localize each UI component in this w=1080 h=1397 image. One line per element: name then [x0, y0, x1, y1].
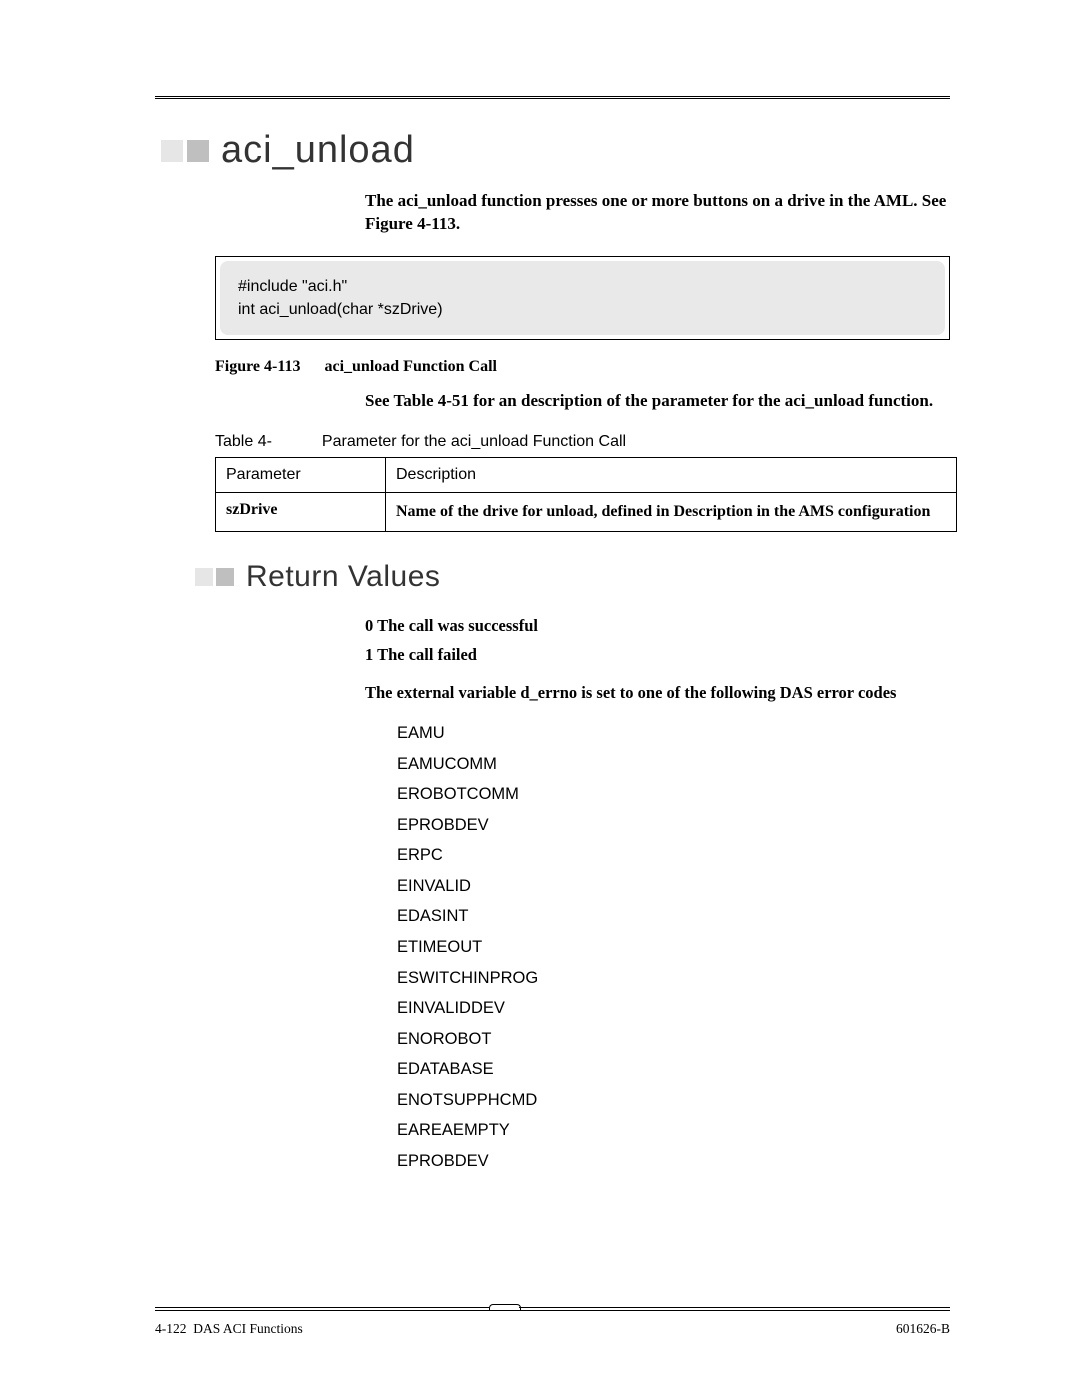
error-code: EDATABASE: [397, 1054, 950, 1085]
return-values-block: 0 The call was successful 1 The call fai…: [365, 614, 950, 1176]
error-code: EPROBDEV: [397, 1146, 950, 1177]
error-code: EAMUCOMM: [397, 749, 950, 780]
footer-page-number: 4-122: [155, 1321, 187, 1336]
table-header-row: Parameter Description: [216, 458, 957, 493]
table-caption: Table 4- Parameter for the aci_unload Fu…: [215, 433, 950, 451]
return-value-line: 1 The call failed: [365, 643, 950, 668]
table-header-parameter: Parameter: [216, 458, 386, 493]
footer-section-title: DAS ACI Functions: [193, 1321, 303, 1336]
error-code: ENOTSUPPHCMD: [397, 1085, 950, 1116]
see-table-paragraph: See Table 4-51 for an description of the…: [365, 390, 950, 413]
error-code: EAREAEMPTY: [397, 1115, 950, 1146]
table-cell-param: szDrive: [216, 493, 386, 532]
table-title: Parameter for the aci_unload Function Ca…: [322, 433, 626, 451]
heading-2: Return Values: [246, 560, 440, 594]
figure-caption: Figure 4-113 aci_unload Function Call: [215, 358, 950, 376]
parameter-table: Parameter Description szDrive Name of th…: [215, 457, 957, 532]
heading-bullet-icon: [161, 140, 209, 162]
footer-left: 4-122 DAS ACI Functions: [155, 1321, 303, 1337]
heading-2-row: Return Values: [195, 560, 950, 594]
footer-rule: [155, 1307, 950, 1313]
error-code: ENOROBOT: [397, 1024, 950, 1055]
figure-title: aci_unload Function Call: [324, 358, 496, 375]
code-line: int aci_unload(char *szDrive): [238, 298, 927, 321]
heading-1: aci_unload: [221, 129, 415, 172]
table-header-description: Description: [386, 458, 957, 493]
footer-doc-id: 601626-B: [896, 1321, 950, 1337]
error-code: ESWITCHINPROG: [397, 963, 950, 994]
code-line: #include "aci.h": [238, 275, 927, 298]
figure-label: Figure 4-113: [215, 358, 300, 375]
code-frame: #include "aci.h" int aci_unload(char *sz…: [215, 256, 950, 340]
errno-paragraph: The external variable d_errno is set to …: [365, 681, 950, 704]
intro-paragraph: The aci_unload function presses one or m…: [365, 190, 950, 236]
error-code: ETIMEOUT: [397, 932, 950, 963]
error-code: EDASINT: [397, 901, 950, 932]
table-label: Table 4-: [215, 433, 272, 451]
table-cell-desc: Name of the drive for unload, defined in…: [386, 493, 957, 532]
error-code: EINVALIDDEV: [397, 993, 950, 1024]
error-code: EROBOTCOMM: [397, 779, 950, 810]
code-block: #include "aci.h" int aci_unload(char *sz…: [220, 261, 945, 335]
top-rule: [155, 96, 950, 99]
error-code: ERPC: [397, 840, 950, 871]
heading-1-row: aci_unload: [161, 129, 950, 172]
page-footer: 4-122 DAS ACI Functions 601626-B: [155, 1307, 950, 1337]
error-code: EAMU: [397, 718, 950, 749]
page: aci_unload The aci_unload function press…: [0, 0, 1080, 1397]
table-row: szDrive Name of the drive for unload, de…: [216, 493, 957, 532]
heading-bullet-icon: [195, 568, 234, 586]
error-code: EPROBDEV: [397, 810, 950, 841]
error-code: EINVALID: [397, 871, 950, 902]
error-code-list: EAMU EAMUCOMM EROBOTCOMM EPROBDEV ERPC E…: [397, 718, 950, 1176]
return-value-line: 0 The call was successful: [365, 614, 950, 639]
